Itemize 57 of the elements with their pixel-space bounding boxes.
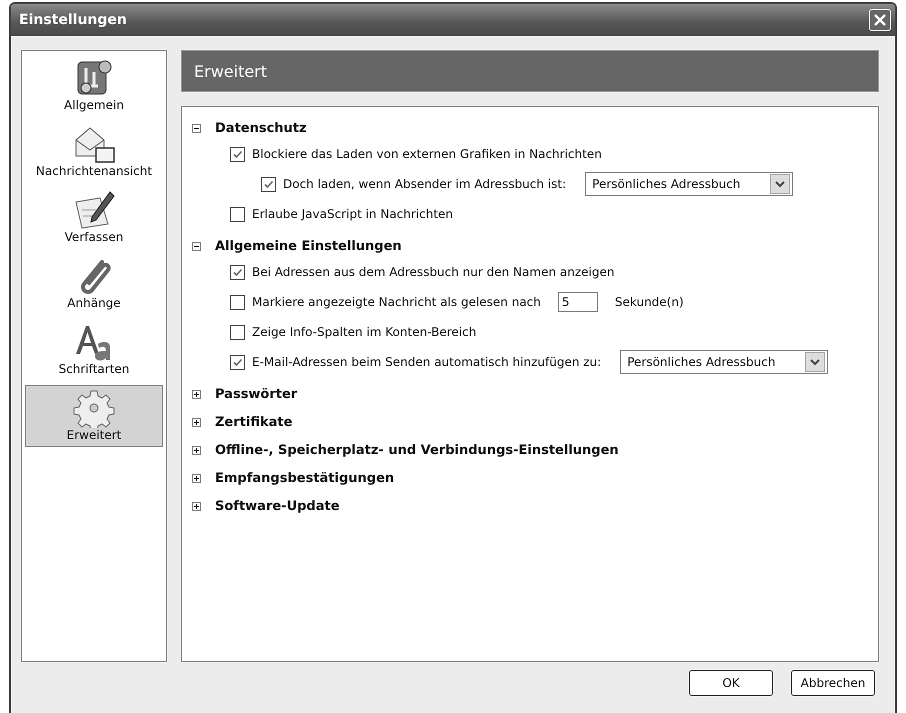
sidebar-item[interactable]: Allgemein <box>25 55 163 117</box>
collapse-icon[interactable] <box>192 124 201 132</box>
sidebar-label: Allgemein <box>64 98 124 112</box>
address-book-dropdown[interactable]: Persönliches Adressbuch <box>620 350 828 374</box>
check-icon <box>263 178 274 190</box>
checkbox-label: Bei Adressen aus dem Adressbuch nur den Namen anzeigen <box>252 265 614 279</box>
checkbox-label: Markiere angezeigte Nachricht als gelesen nach <box>252 295 541 309</box>
sidebar-item[interactable]: Anhänge <box>25 253 163 315</box>
section-title[interactable]: Empfangsbestätigungen <box>215 470 394 486</box>
unit-label: Sekunde(n) <box>614 295 684 309</box>
checkbox[interactable] <box>230 294 245 310</box>
collapse-icon[interactable] <box>192 242 201 250</box>
expand-icon[interactable] <box>192 418 201 426</box>
sidebar-label: Nachrichtenansicht <box>36 164 152 178</box>
checkbox[interactable] <box>230 354 245 370</box>
sidebar-item[interactable]: Verfassen <box>25 187 163 249</box>
caret-icon <box>810 358 820 366</box>
ok-button[interactable]: OK <box>689 670 773 696</box>
caret-icon <box>775 180 786 188</box>
cancel-button[interactable]: Abbrechen <box>791 670 875 696</box>
check-icon <box>232 148 243 160</box>
sidebar-label: Schriftarten <box>58 362 130 376</box>
gear-icon <box>72 388 116 428</box>
sidebar-label: Verfassen <box>64 230 124 244</box>
expand-icon[interactable] <box>192 390 201 398</box>
sidebar-item[interactable]: Nachrichtenansicht <box>25 121 163 183</box>
sidebar-item[interactable]: Erweitert <box>25 385 163 447</box>
seconds-field[interactable]: 5 <box>558 292 598 312</box>
address-book-dropdown[interactable]: Persönliches Adressbuch <box>585 172 794 196</box>
checkbox[interactable] <box>261 176 276 192</box>
close-icon <box>873 13 887 27</box>
checkbox-label: E-Mail-Adressen beim Senden automatisch hinzufügen zu: <box>252 355 602 369</box>
expand-icon[interactable] <box>192 474 201 482</box>
section-title[interactable]: Datenschutz <box>215 120 307 136</box>
section-header: Erweitert <box>181 50 879 92</box>
expand-icon[interactable] <box>192 446 201 454</box>
checkbox[interactable] <box>230 324 245 340</box>
checkbox[interactable] <box>230 206 245 222</box>
sidebar-label: Anhänge <box>67 296 121 310</box>
section-title[interactable]: Software-Update <box>215 498 340 514</box>
window-title: Einstellungen <box>19 12 127 28</box>
check-icon <box>232 266 243 278</box>
section-title[interactable]: Zertifikate <box>215 414 292 430</box>
check-icon <box>232 356 243 368</box>
checkbox[interactable] <box>230 264 245 280</box>
checkbox-label: Erlaube JavaScript in Nachrichten <box>252 207 454 221</box>
checkbox-label: Doch laden, wenn Absender im Adressbuch ist: <box>283 177 566 191</box>
sidebar-label: Erweitert <box>66 428 122 442</box>
section-title[interactable]: Passwörter <box>215 386 298 402</box>
close-button[interactable] <box>869 9 891 31</box>
expand-icon[interactable] <box>192 502 201 510</box>
sidebar-item[interactable]: Schriftarten <box>25 319 163 381</box>
checkbox[interactable] <box>230 146 245 162</box>
section-title[interactable]: Offline-, Speicherplatz- und Verbindungs-Einstellungen <box>215 442 619 458</box>
checkbox-label: Zeige Info-Spalten im Konten-Bereich <box>252 325 476 339</box>
checkbox-label: Blockiere das Laden von externen Grafiken in Nachrichten <box>252 147 602 161</box>
section-title[interactable]: Allgemeine Einstellungen <box>215 238 402 254</box>
